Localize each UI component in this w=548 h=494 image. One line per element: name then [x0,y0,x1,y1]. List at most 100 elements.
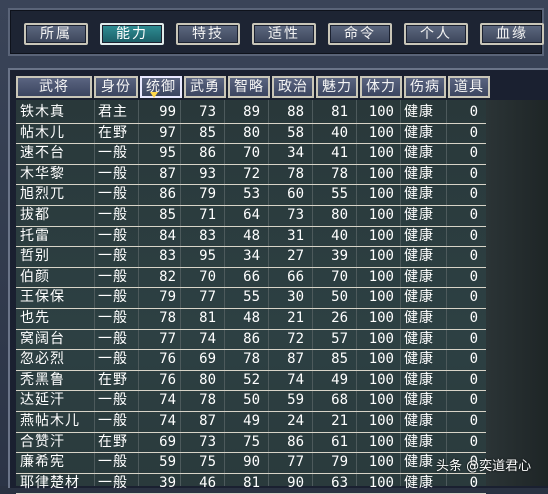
leadership-value: 95 [159,145,176,162]
valor-value: 81 [199,310,216,326]
strategy-value: 70 [243,145,260,162]
injury-value: 健康 [404,104,434,120]
general-name: 旭烈兀 [20,186,65,203]
table-row[interactable]: 耶律楚材 一般 39 46 81 90 63 100 健康 0 [16,473,486,494]
table-row[interactable]: 燕帖木儿 一般 74 87 49 24 21 100 健康 0 [16,411,486,433]
column-header-injury[interactable]: 伤病 [404,76,446,98]
politics-value: 58 [287,124,304,141]
table-row[interactable]: 速不台 一般 95 86 70 34 41 100 健康 0 [16,143,486,165]
politics-value: 73 [287,207,304,223]
politics-value: 77 [287,454,304,471]
leadership-value: 76 [159,371,176,388]
tab-affiliation[interactable]: 所属 [24,23,88,45]
item-count-value: 0 [469,145,478,162]
politics-value: 27 [287,248,304,265]
tab-bloodline[interactable]: 血缘 [480,23,544,45]
tab-bar: 所属 能力 特技 适性 命令 个人 血缘 [8,8,544,56]
status-value: 一般 [98,413,128,429]
status-value: 一般 [98,145,128,162]
general-name: 耶律楚材 [20,474,80,491]
column-header-leadership[interactable]: 统御 [140,76,182,98]
item-count-value: 0 [469,371,478,388]
tab-aptitude[interactable]: 适性 [252,23,316,45]
column-header-status[interactable]: 身份 [94,76,138,98]
table-row[interactable]: 哲别 一般 83 95 34 27 39 100 健康 0 [16,246,486,268]
table-row[interactable]: 廉希宪 一般 59 75 90 77 79 100 健康 0 [16,452,486,474]
leadership-value: 76 [159,351,176,368]
item-count-value: 0 [469,433,478,450]
general-name: 合赞汗 [20,433,65,450]
item-count-value: 0 [469,289,478,306]
status-value: 一般 [98,165,128,182]
table-row[interactable]: 铁木真 君主 99 73 89 88 81 100 健康 0 [16,102,486,124]
tab-command[interactable]: 命令 [328,23,392,45]
injury-value: 健康 [404,207,434,223]
charisma-value: 63 [331,474,348,491]
injury-value: 健康 [404,351,434,368]
table-row[interactable]: 木华黎 一般 87 93 72 78 78 100 健康 0 [16,164,486,186]
stamina-value: 100 [368,351,394,368]
leadership-value: 84 [159,227,176,244]
tab-ability[interactable]: 能力 [100,23,164,45]
column-header-valor[interactable]: 武勇 [184,76,226,98]
strategy-value: 80 [243,124,260,141]
tab-special-skill[interactable]: 特技 [176,23,240,45]
general-name: 帖木儿 [20,124,65,141]
injury-value: 健康 [404,371,434,388]
column-header-charisma[interactable]: 魅力 [316,76,358,98]
injury-value: 健康 [404,124,434,141]
table-row[interactable]: 王保保 一般 79 77 55 30 50 100 健康 0 [16,287,486,309]
table-row[interactable]: 也先 一般 78 81 48 21 26 100 健康 0 [16,308,486,330]
general-name: 速不台 [20,145,65,162]
politics-value: 74 [287,371,304,388]
tab-personal[interactable]: 个人 [404,23,468,45]
column-header-politics[interactable]: 政治 [272,76,314,98]
general-name: 哲别 [20,248,50,265]
table-row[interactable]: 帖木儿 在野 97 85 80 58 40 100 健康 0 [16,123,486,145]
valor-value: 87 [199,413,216,429]
strategy-value: 75 [243,433,260,450]
politics-value: 66 [287,268,304,285]
injury-value: 健康 [404,433,434,450]
table-row[interactable]: 拔都 一般 85 71 64 73 80 100 健康 0 [16,205,486,227]
column-header-strategy[interactable]: 智略 [228,76,270,98]
general-name: 铁木真 [20,104,65,120]
table-row[interactable]: 托雷 一般 84 83 48 31 40 100 健康 0 [16,226,486,248]
politics-value: 21 [287,310,304,326]
table-row[interactable]: 秃黑鲁 在野 76 80 52 74 49 100 健康 0 [16,370,486,392]
table-row[interactable]: 达延汗 一般 74 78 50 59 68 100 健康 0 [16,390,486,412]
column-header-item[interactable]: 道具 [448,76,490,98]
politics-value: 30 [287,289,304,306]
injury-value: 健康 [404,227,434,244]
column-header-stamina[interactable]: 体力 [360,76,402,98]
politics-value: 34 [287,145,304,162]
stamina-value: 100 [368,371,394,388]
politics-value: 24 [287,413,304,429]
valor-value: 77 [199,289,216,306]
valor-value: 70 [199,268,216,285]
charisma-value: 61 [331,433,348,450]
charisma-value: 79 [331,454,348,471]
charisma-value: 26 [331,310,348,326]
leadership-value: 78 [159,310,176,326]
item-count-value: 0 [469,351,478,368]
table-row[interactable]: 忽必烈 一般 76 69 78 87 85 100 健康 0 [16,349,486,371]
table-row[interactable]: 窝阔台 一般 77 74 86 72 57 100 健康 0 [16,329,486,351]
strategy-value: 48 [243,310,260,326]
table-row[interactable]: 伯颜 一般 82 70 66 66 70 100 健康 0 [16,267,486,289]
stamina-value: 100 [368,248,394,265]
valor-value: 79 [199,186,216,203]
sort-descending-icon [150,92,158,98]
status-value: 一般 [98,310,128,326]
injury-value: 健康 [404,268,434,285]
strategy-value: 66 [243,268,260,285]
stamina-value: 100 [368,207,394,223]
table-row[interactable]: 旭烈兀 一般 86 79 53 60 55 100 健康 0 [16,184,486,206]
stamina-value: 100 [368,310,394,326]
leadership-value: 69 [159,433,176,450]
table-row[interactable]: 合赞汗 在野 69 73 75 86 61 100 健康 0 [16,432,486,454]
column-header-general[interactable]: 武将 [16,76,92,98]
strategy-value: 34 [243,248,260,265]
valor-value: 86 [199,145,216,162]
watermark: 头条 @奕道君心 [436,459,532,474]
